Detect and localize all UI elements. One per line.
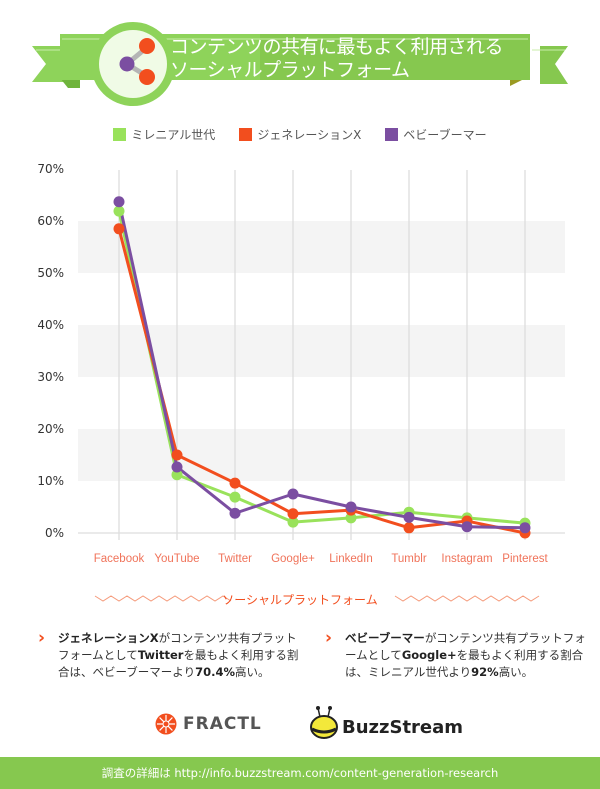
legend-swatch-millennial bbox=[113, 128, 127, 141]
chevron-right-icon: › bbox=[38, 628, 46, 648]
note-emphasis: ジェネレーションX bbox=[58, 631, 159, 645]
x-tick-label: LinkedIn bbox=[329, 553, 372, 565]
legend-item-boomer: ベビーブーマー bbox=[385, 126, 487, 143]
note-emphasis: 92% bbox=[471, 665, 499, 679]
fractl-mark-icon bbox=[155, 713, 177, 735]
x-tick-label: Instagram bbox=[441, 553, 492, 565]
chevron-right-icon: › bbox=[325, 628, 333, 648]
fractl-wordmark: FRACTL bbox=[183, 714, 262, 734]
title-line-2: ソーシャルプラットフォーム bbox=[170, 59, 410, 81]
x-axis-title: ソーシャルプラットフォーム bbox=[222, 593, 378, 607]
y-tick-label: 30% bbox=[37, 370, 64, 384]
insight-note-genx: › ジェネレーションXがコンテンツ共有プラットフォームとしてTwitterを最も… bbox=[38, 630, 308, 681]
note-emphasis: Google+ bbox=[401, 648, 457, 662]
y-tick-label: 20% bbox=[37, 422, 64, 436]
footer-link-text[interactable]: 調査の詳細は http://info.buzzstream.com/conten… bbox=[102, 766, 499, 780]
sponsor-logos: FRACTL BuzzStream bbox=[0, 705, 600, 745]
line-chart: 0% 10% 20% 30% 40% 50% 60% 70% Facebook YouTube T… bbox=[37, 162, 565, 565]
x-tick-label: Twitter bbox=[218, 553, 252, 565]
data-point-genx bbox=[403, 522, 415, 534]
grid-band bbox=[78, 221, 565, 273]
footer-bar: 調査の詳細は http://info.buzzstream.com/conten… bbox=[0, 757, 600, 789]
data-point-genx bbox=[171, 449, 183, 461]
grid-band bbox=[78, 429, 565, 481]
note-emphasis: Twitter bbox=[137, 648, 184, 662]
data-point-boomer bbox=[519, 522, 531, 534]
legend-item-genx: ジェネレーションX bbox=[239, 126, 361, 143]
y-tick-label: 60% bbox=[37, 214, 64, 228]
buzzstream-wordmark: BuzzStream bbox=[342, 716, 464, 738]
fractl-logo: FRACTL bbox=[155, 713, 262, 735]
x-tick-label: Tumblr bbox=[391, 553, 427, 565]
data-point-boomer bbox=[229, 507, 241, 519]
series-line-genx bbox=[117, 228, 526, 535]
y-tick-label: 0% bbox=[45, 526, 64, 540]
legend-label-boomer: ベビーブーマー bbox=[403, 128, 487, 142]
y-tick-label: 40% bbox=[37, 318, 64, 332]
x-tick-label: Google+ bbox=[271, 553, 315, 565]
note-emphasis: ベビーブーマー bbox=[345, 631, 425, 645]
legend-label-genx: ジェネレーションX bbox=[257, 128, 362, 142]
y-tick-label: 10% bbox=[37, 474, 64, 488]
data-point-boomer bbox=[287, 488, 299, 500]
note-emphasis: 70.4% bbox=[195, 665, 235, 679]
data-point-genx bbox=[113, 223, 125, 235]
data-point-millennial bbox=[229, 491, 241, 503]
x-tick-label: YouTube bbox=[154, 553, 199, 565]
legend-label-millennial: ミレニアル世代 bbox=[131, 128, 216, 142]
y-tick-label: 50% bbox=[37, 266, 64, 280]
data-point-boomer bbox=[171, 461, 183, 473]
insight-note-boomer: › ベビーブーマーがコンテンツ共有プラットフォームとしてGoogle+を最もよく… bbox=[325, 630, 595, 681]
bee-icon bbox=[310, 706, 338, 739]
legend-item-millennial: ミレニアル世代 bbox=[113, 126, 215, 143]
data-point-boomer bbox=[403, 511, 415, 523]
data-point-boomer bbox=[345, 501, 357, 513]
buzzstream-logo: BuzzStream bbox=[310, 705, 463, 739]
data-point-genx bbox=[287, 508, 299, 520]
x-tick-label: Facebook bbox=[94, 553, 145, 565]
data-point-boomer bbox=[461, 521, 473, 533]
data-point-genx bbox=[229, 477, 241, 489]
ribbon-right-tail bbox=[540, 46, 568, 84]
note-text: 高い。 bbox=[235, 665, 270, 679]
y-tick-label: 70% bbox=[37, 162, 64, 176]
note-text: 高い。 bbox=[498, 665, 534, 679]
legend-swatch-genx bbox=[239, 128, 253, 141]
data-point-millennial bbox=[113, 205, 125, 217]
x-axis-title-row: ソーシャルプラットフォーム bbox=[0, 588, 600, 612]
page-title: コンテンツの共有に最もよく利用される ソーシャルプラットフォーム bbox=[170, 36, 504, 82]
legend-swatch-boomer bbox=[385, 128, 399, 141]
data-point-boomer bbox=[113, 196, 125, 208]
chart-legend: ミレニアル世代 ジェネレーションX ベビーブーマー bbox=[0, 126, 600, 143]
title-line-1: コンテンツの共有に最もよく利用される bbox=[170, 36, 504, 58]
x-tick-label: Pinterest bbox=[502, 553, 548, 565]
